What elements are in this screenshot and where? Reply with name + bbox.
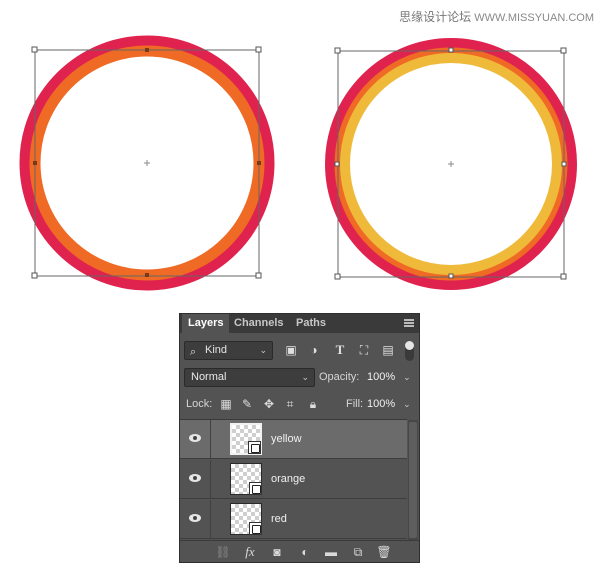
layer-thumbnail xyxy=(230,463,262,495)
layer-thumbnail xyxy=(230,423,262,455)
artwork-canvas xyxy=(19,35,577,291)
shape-layer-icon xyxy=(249,522,262,535)
eye-icon xyxy=(189,434,201,442)
layer-name[interactable]: red xyxy=(271,513,287,525)
lock-position-icon[interactable]: ✥ xyxy=(261,396,277,412)
lock-artboard-icon[interactable]: ⌗ xyxy=(282,396,298,412)
fill-field[interactable]: 100% ⌄ xyxy=(367,396,411,413)
filter-toggle[interactable] xyxy=(405,341,414,361)
visibility-toggle[interactable] xyxy=(180,500,211,539)
smart-object-filter-icon[interactable]: ▤ xyxy=(380,342,396,358)
shape-filter-icon[interactable]: ⛶ xyxy=(356,342,372,358)
panel-tabs: Layers Channels Paths xyxy=(180,314,419,333)
layers-list: yellow orange red xyxy=(180,419,407,539)
search-icon: ⌕ xyxy=(190,346,197,358)
right-center-point xyxy=(448,161,454,167)
scrollbar-thumb[interactable] xyxy=(409,422,417,538)
trash-icon[interactable]: 🗑︎ xyxy=(376,544,392,560)
fill-label: Fill: xyxy=(346,398,364,410)
new-layer-icon[interactable]: ⧉ xyxy=(350,544,366,560)
chevron-down-icon: ⌄ xyxy=(301,372,309,382)
adjustment-filter-icon[interactable]: ◑ xyxy=(306,342,322,358)
image-filter-icon[interactable]: ▣ xyxy=(283,342,299,358)
fill-value: 100% xyxy=(367,398,396,410)
shape-layer-icon xyxy=(248,441,261,454)
folder-icon[interactable]: ▬ xyxy=(323,544,339,560)
layers-panel: Layers Channels Paths ⌕ Kind ⌄ ▣ ◑ T ⛶ ▤… xyxy=(179,313,420,563)
filter-row: ⌕ Kind ⌄ ▣ ◑ T ⛶ ▤ xyxy=(184,341,417,361)
opacity-value: 100% xyxy=(367,371,396,383)
right-artwork xyxy=(325,38,577,290)
layers-scrollbar[interactable] xyxy=(408,420,418,540)
link-icon[interactable]: ⛓ xyxy=(215,544,231,560)
blend-row: Normal ⌄ Opacity: 100% ⌄ xyxy=(184,368,417,387)
tab-paths[interactable]: Paths xyxy=(290,314,332,333)
chevron-down-icon: ⌄ xyxy=(403,372,411,382)
left-artwork xyxy=(19,35,275,291)
layer-row-yellow[interactable]: yellow xyxy=(180,420,407,459)
kind-filter-label: Kind xyxy=(205,344,228,356)
type-filter-icon[interactable]: T xyxy=(332,342,348,358)
layer-name[interactable]: orange xyxy=(271,473,305,485)
tab-layers[interactable]: Layers xyxy=(182,314,230,333)
chevron-down-icon: ⌄ xyxy=(403,399,411,409)
lock-image-pixels-icon[interactable]: ✎ xyxy=(239,396,255,412)
opacity-field[interactable]: 100% ⌄ xyxy=(367,369,411,386)
adjustment-icon[interactable]: ◐ xyxy=(297,544,313,560)
eye-icon xyxy=(189,474,201,482)
lock-all-icon[interactable]: 🔒︎ xyxy=(305,396,321,412)
visibility-toggle[interactable] xyxy=(180,420,211,459)
layer-row-orange[interactable]: orange xyxy=(180,460,407,499)
lock-label: Lock: xyxy=(186,398,213,410)
chevron-down-icon: ⌄ xyxy=(259,345,267,355)
lock-transparent-pixels-icon[interactable]: ▦ xyxy=(218,396,234,412)
left-center-point xyxy=(144,160,150,166)
blend-mode-select[interactable]: Normal ⌄ xyxy=(184,368,315,387)
panel-menu-icon[interactable] xyxy=(404,319,414,327)
opacity-label: Opacity: xyxy=(319,371,360,383)
mask-icon[interactable]: ◙ xyxy=(269,544,285,560)
blend-mode-value: Normal xyxy=(191,371,227,383)
panel-bottom-bar: ⛓ fx ◙ ◐ ▬ ⧉ 🗑︎ xyxy=(180,540,419,562)
lock-row: Lock: ▦ ✎ ✥ ⌗ 🔒︎ Fill: 100% ⌄ xyxy=(184,395,417,414)
kind-filter-select[interactable]: ⌕ Kind ⌄ xyxy=(184,341,273,360)
layer-name[interactable]: yellow xyxy=(271,433,302,445)
layer-row-red[interactable]: red xyxy=(180,500,407,539)
fx-icon[interactable]: fx xyxy=(242,544,258,560)
layer-thumbnail xyxy=(230,503,262,535)
shape-layer-icon xyxy=(249,482,262,495)
visibility-toggle[interactable] xyxy=(180,460,211,499)
tab-channels[interactable]: Channels xyxy=(228,314,290,333)
eye-icon xyxy=(189,514,201,522)
